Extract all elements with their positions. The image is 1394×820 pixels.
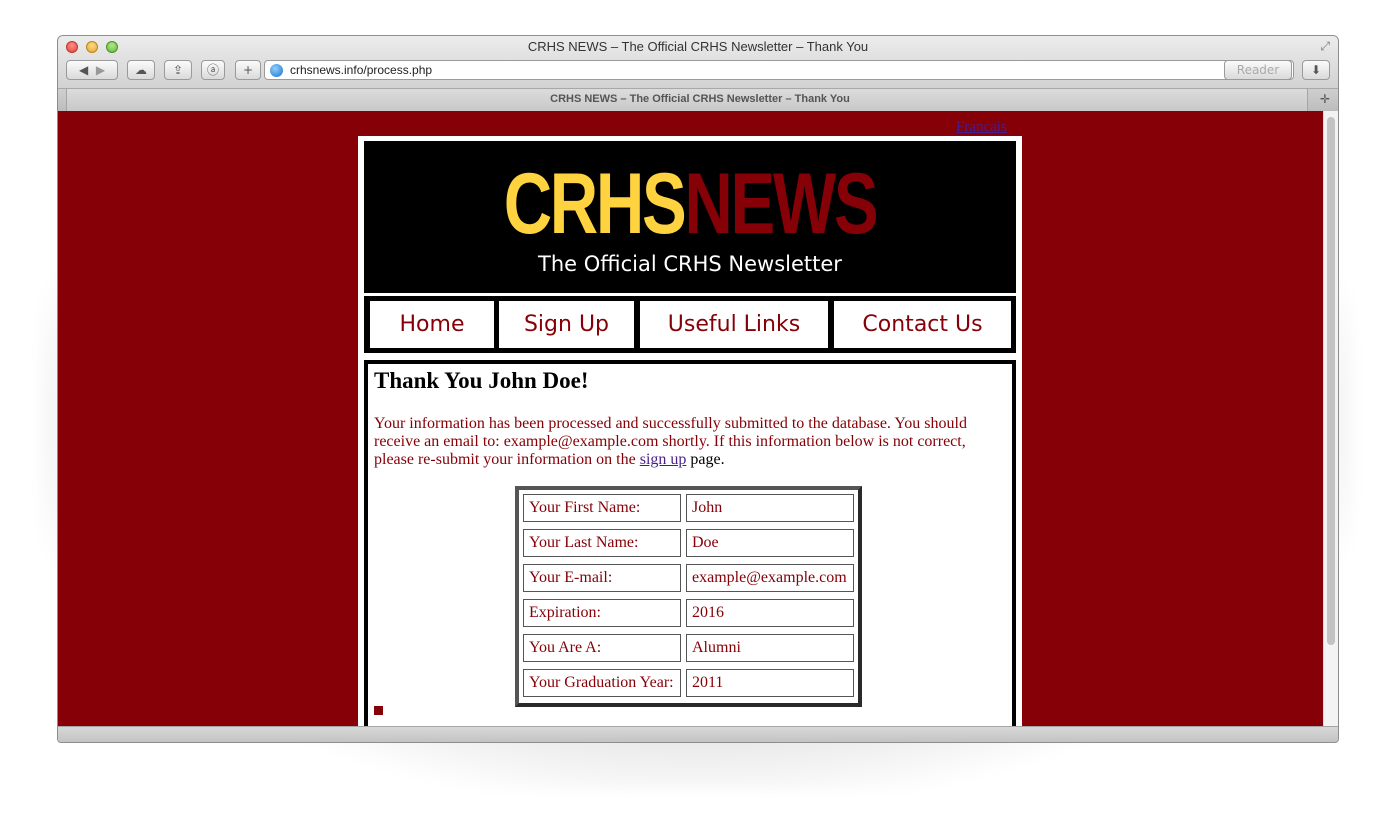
content-panel: Thank You John Doe! Your information has… xyxy=(364,360,1016,726)
downloads-button[interactable]: ⬇ xyxy=(1302,60,1330,80)
download-icon: ⬇ xyxy=(1310,63,1322,77)
tab-bar: CRHS NEWS – The Official CRHS Newsletter… xyxy=(58,88,1338,112)
url-text[interactable]: crhsnews.info/process.php xyxy=(290,63,432,77)
globe-icon xyxy=(270,64,283,77)
table-label: Your First Name: xyxy=(523,494,681,522)
table-label: Your Last Name: xyxy=(523,529,681,557)
tab-title: CRHS NEWS – The Official CRHS Newsletter… xyxy=(550,93,850,105)
language-link-francais[interactable]: Francais xyxy=(956,119,1007,136)
tab-active[interactable]: CRHS NEWS – The Official CRHS Newsletter… xyxy=(66,89,1308,111)
nav-home[interactable]: Home xyxy=(370,301,494,348)
nav-useful-links[interactable]: Useful Links xyxy=(640,301,828,348)
add-bookmark-button[interactable]: + xyxy=(235,60,261,80)
site-header: CRHSNEWS The Official CRHS Newsletter xyxy=(364,141,1016,293)
amazon-icon: ⓐ xyxy=(206,63,219,77)
address-bar[interactable]: crhsnews.info/process.php ↻ xyxy=(264,60,1294,80)
browser-window: CRHS NEWS – The Official CRHS Newsletter… xyxy=(57,35,1339,743)
scrollbar-thumb[interactable] xyxy=(1327,117,1335,645)
icloud-icon: ☁ xyxy=(135,63,147,77)
reader-button[interactable]: Reader xyxy=(1224,60,1292,80)
back-icon[interactable]: ◀ xyxy=(79,63,88,77)
page-container: CRHSNEWS The Official CRHS Newsletter Ho… xyxy=(358,136,1022,726)
page-viewport: Francais CRHSNEWS The Official CRHS News… xyxy=(58,111,1323,726)
logo-crhs: CRHS xyxy=(503,156,687,252)
icloud-button[interactable]: ☁ xyxy=(127,60,155,80)
table-value: Alumni xyxy=(686,634,854,662)
square-bullet-icon xyxy=(374,706,383,715)
message-text-after: page. xyxy=(686,451,725,468)
titlebar: CRHS NEWS – The Official CRHS Newsletter… xyxy=(58,36,1338,88)
back-forward-buttons[interactable]: ◀ ▶ xyxy=(66,60,118,80)
page-title: Thank You John Doe! xyxy=(374,368,589,393)
confirmation-message: Your information has been processed and … xyxy=(374,415,994,469)
new-tab-icon[interactable]: ✛ xyxy=(1320,92,1330,106)
fullscreen-icon[interactable]: ⤢ xyxy=(1320,39,1330,54)
table-value: Doe xyxy=(686,529,854,557)
table-label: Expiration: xyxy=(523,599,681,627)
nav-sign-up[interactable]: Sign Up xyxy=(499,301,634,348)
table-value: 2016 xyxy=(686,599,854,627)
status-bar xyxy=(58,726,1338,742)
main-nav: Home Sign Up Useful Links Contact Us xyxy=(364,296,1016,353)
submitted-info-table: Your First Name: John Your Last Name: Do… xyxy=(515,486,862,707)
site-tagline: The Official CRHS Newsletter xyxy=(538,252,842,276)
logo-news: NEWS xyxy=(684,156,878,252)
amazon-button[interactable]: ⓐ xyxy=(201,60,225,80)
table-value: John xyxy=(686,494,854,522)
share-button[interactable]: ⇪ xyxy=(164,60,192,80)
site-logo[interactable]: CRHSNEWS xyxy=(436,161,945,247)
table-label: Your E-mail: xyxy=(523,564,681,592)
table-value: example@example.com xyxy=(686,564,854,592)
add-bookmark-icon: + xyxy=(242,63,254,77)
window-title: CRHS NEWS – The Official CRHS Newsletter… xyxy=(527,39,869,54)
vertical-scrollbar[interactable] xyxy=(1323,111,1338,726)
table-label: Your Graduation Year: xyxy=(523,669,681,697)
share-icon: ⇪ xyxy=(172,63,184,77)
table-value: 2011 xyxy=(686,669,854,697)
sign-up-link[interactable]: sign up xyxy=(640,451,687,468)
nav-contact-us[interactable]: Contact Us xyxy=(834,301,1011,348)
forward-icon[interactable]: ▶ xyxy=(96,63,105,77)
table-label: You Are A: xyxy=(523,634,681,662)
